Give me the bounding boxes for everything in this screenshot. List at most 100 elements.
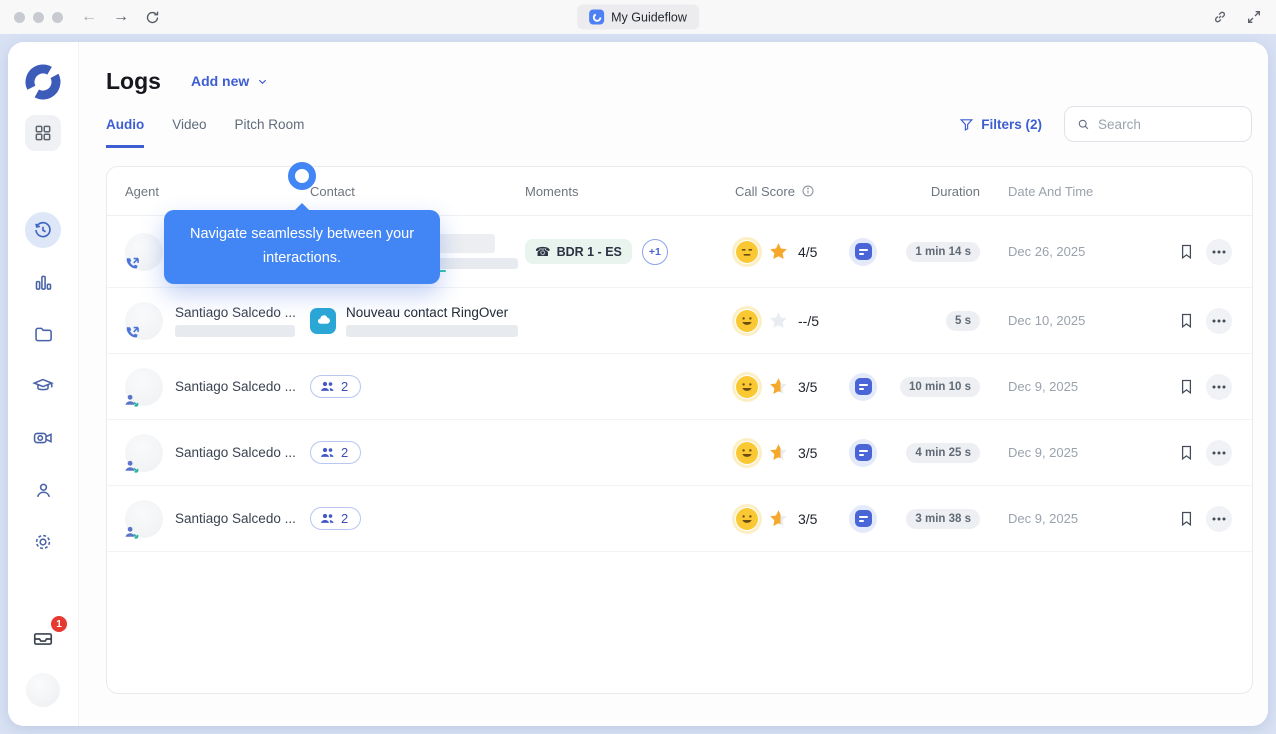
- more-moments-badge[interactable]: +1: [641, 238, 668, 265]
- chevron-down-icon: [259, 79, 267, 84]
- redacted-agent-detail: [175, 324, 295, 337]
- user-avatar[interactable]: [26, 673, 60, 707]
- row-menu-button[interactable]: [1206, 505, 1232, 532]
- duration-badge: 5 s: [946, 310, 980, 331]
- inbox-button[interactable]: 1: [25, 616, 67, 657]
- grid-icon: [35, 125, 51, 141]
- app-window: 1 Logs Add new Audio Video Pitch Room Fi…: [8, 42, 1268, 726]
- call-score-value: 3/5: [798, 510, 818, 527]
- contact-count-badge[interactable]: 2: [310, 375, 362, 398]
- bookmark-button[interactable]: [1178, 312, 1195, 329]
- browser-tab[interactable]: My Guideflow: [577, 4, 699, 30]
- duration-badge: 1 min 14 s: [906, 241, 980, 262]
- transcript-icon: [854, 243, 872, 260]
- call-score-value: 4/5: [798, 243, 818, 260]
- bookmark-icon: [1181, 511, 1192, 527]
- call-score-value: --/5: [798, 312, 819, 329]
- person-call-icon: [125, 460, 139, 473]
- copy-link-icon[interactable]: [1212, 9, 1228, 25]
- duration-badge: 10 min 10 s: [899, 376, 980, 397]
- sidebar-item-history[interactable]: [25, 212, 61, 248]
- row-menu-button[interactable]: [1206, 238, 1232, 265]
- row-menu-button[interactable]: [1206, 439, 1232, 466]
- tab-audio[interactable]: Audio: [106, 117, 145, 148]
- person-call-icon: [125, 526, 139, 539]
- transcript-button[interactable]: [849, 372, 877, 401]
- traffic-lights[interactable]: [14, 11, 63, 23]
- agent-name: Santiago Salcedo ...: [175, 379, 296, 394]
- expand-icon[interactable]: [1246, 9, 1262, 25]
- back-button[interactable]: ←: [81, 8, 97, 26]
- col-call-score: Call Score: [735, 183, 795, 199]
- inbox-icon: [33, 633, 53, 645]
- sidebar-item-settings[interactable]: [25, 524, 61, 560]
- table-row[interactable]: Santiago Salcedo ... Nouveau contact Rin…: [107, 288, 1252, 354]
- bookmark-icon: [1181, 244, 1192, 260]
- outgoing-call-icon: [126, 257, 139, 268]
- call-score-value: 3/5: [798, 378, 818, 395]
- star-icon: [770, 243, 787, 259]
- col-moments: Moments: [525, 183, 579, 199]
- tour-tooltip-text: Navigate seamlessly between your interac…: [189, 226, 415, 266]
- phone-icon: ☎: [535, 245, 551, 259]
- app-logo-icon[interactable]: [24, 63, 62, 101]
- moment-badge[interactable]: ☎ BDR 1 - ES: [525, 239, 632, 264]
- sidebar-item-dashboard[interactable]: [25, 115, 61, 151]
- date-value: Dec 10, 2025: [1008, 313, 1086, 328]
- graduation-cap-icon: [32, 378, 54, 391]
- search-box[interactable]: [1064, 106, 1252, 142]
- table-row[interactable]: Santiago Salcedo ... 2: [107, 354, 1252, 420]
- person-call-icon: [125, 394, 139, 407]
- avatar: [125, 367, 163, 407]
- agent-name: Santiago Salcedo ...: [175, 511, 296, 526]
- avatar: [125, 499, 163, 539]
- add-new-button[interactable]: Add new: [191, 73, 268, 89]
- sidebar-item-academy[interactable]: [25, 368, 61, 404]
- sentiment-happy-icon: [736, 309, 758, 332]
- tab-pitch-room[interactable]: Pitch Room: [235, 117, 305, 148]
- bookmark-button[interactable]: [1178, 510, 1195, 527]
- contact-count-badge[interactable]: 2: [310, 507, 362, 530]
- date-value: Dec 9, 2025: [1008, 379, 1079, 394]
- transcript-button[interactable]: [849, 237, 877, 266]
- contact-count-badge[interactable]: 2: [310, 441, 362, 464]
- bookmark-button[interactable]: [1178, 243, 1195, 260]
- star-icon: [770, 510, 787, 526]
- person-icon: [36, 483, 50, 497]
- search-input[interactable]: [1098, 116, 1239, 132]
- tab-video[interactable]: Video: [172, 117, 206, 148]
- forward-button[interactable]: →: [113, 8, 129, 26]
- sentiment-happy-icon: [736, 375, 758, 398]
- col-agent: Agent: [125, 183, 159, 199]
- bar-chart-icon: [35, 275, 51, 290]
- sidebar-item-analytics[interactable]: [25, 264, 61, 300]
- filter-funnel-icon: [960, 118, 974, 131]
- filters-button[interactable]: Filters (2): [959, 117, 1042, 132]
- ellipsis-icon: [1212, 517, 1226, 520]
- avatar: [125, 301, 163, 340]
- browser-tab-title: My Guideflow: [611, 10, 687, 24]
- row-menu-button[interactable]: [1206, 307, 1232, 334]
- main-content: Logs Add new Audio Video Pitch Room Filt…: [78, 42, 1268, 726]
- info-icon[interactable]: [801, 184, 815, 198]
- sidebar-item-recordings[interactable]: [25, 420, 61, 456]
- table-row[interactable]: Santiago Salcedo ... 2: [107, 486, 1252, 552]
- transcript-button[interactable]: [849, 438, 877, 467]
- table-row[interactable]: Santiago Salcedo ... 2: [107, 420, 1252, 486]
- tour-hotspot[interactable]: [288, 162, 316, 190]
- star-icon: [770, 378, 787, 394]
- row-menu-button[interactable]: [1206, 373, 1232, 400]
- people-icon: [320, 447, 334, 457]
- transcript-button[interactable]: [849, 504, 877, 533]
- star-icon: [770, 312, 787, 328]
- sidebar: 1: [8, 42, 78, 726]
- sentiment-neutral-icon: [736, 240, 758, 263]
- history-icon: [35, 221, 51, 238]
- bookmark-button[interactable]: [1178, 378, 1195, 395]
- sidebar-item-contacts[interactable]: [25, 472, 61, 508]
- people-icon: [320, 381, 334, 391]
- bookmark-button[interactable]: [1178, 444, 1195, 461]
- refresh-icon: [146, 11, 159, 23]
- sidebar-item-library[interactable]: [25, 316, 61, 352]
- refresh-button[interactable]: [145, 10, 160, 25]
